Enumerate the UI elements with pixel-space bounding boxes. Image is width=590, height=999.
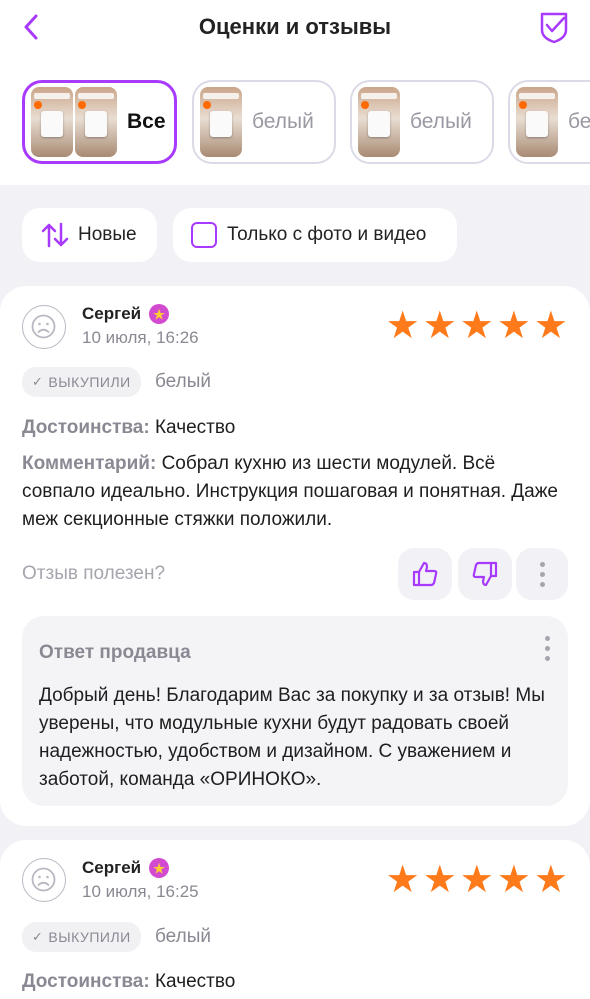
bought-badge: ✓ ВЫКУПИЛИ — [22, 367, 141, 397]
star-icon: ★ — [496, 859, 531, 901]
author-name: Сергей — [82, 304, 142, 323]
review-pros: Достоинства: Качество — [22, 414, 568, 442]
thumbs-up-icon — [412, 561, 438, 587]
pros-key: Достоинства: — [22, 417, 150, 438]
product-thumbnail — [358, 87, 400, 157]
review-author: Сергей ★ — [82, 858, 170, 878]
pros-text: Качество — [154, 971, 236, 992]
product-thumbnail — [200, 87, 242, 157]
pros-text: Качество — [154, 417, 236, 438]
shield-check-icon[interactable] — [538, 10, 570, 44]
variant-color: белый — [155, 371, 211, 392]
sort-label: Новые — [78, 224, 137, 245]
variant-color: белый — [155, 926, 211, 947]
helpful-label: Отзыв полезен? — [22, 563, 166, 584]
sad-face-icon — [31, 867, 56, 892]
photo-filter-label: Только с фото и видео — [227, 224, 427, 245]
sort-icon — [41, 222, 69, 248]
star-badge-icon: ★ — [149, 304, 170, 324]
seller-reply: Ответ продавца Добрый день! Благодарим В… — [22, 616, 568, 806]
star-icon: ★ — [533, 305, 568, 347]
bought-label: ВЫКУПИЛИ — [48, 929, 131, 945]
variant-label: Все — [127, 110, 166, 133]
bought-badge: ✓ ВЫКУПИЛИ — [22, 922, 141, 952]
variant-label: бе — [568, 110, 590, 133]
star-icon: ★ — [496, 305, 531, 347]
star-icon: ★ — [533, 859, 568, 901]
header: Оценки и отзывы Все белый белый бе — [0, 0, 590, 185]
variant-all[interactable]: Все — [22, 80, 177, 164]
reply-more-icon[interactable] — [545, 636, 550, 661]
dislike-button[interactable] — [458, 548, 512, 600]
star-icon: ★ — [459, 305, 494, 347]
avatar — [22, 858, 66, 902]
star-icon: ★ — [422, 305, 457, 347]
star-icon: ★ — [459, 859, 494, 901]
review-author: Сергей ★ — [82, 304, 170, 324]
check-icon: ✓ — [32, 374, 44, 389]
reply-title: Ответ продавца — [39, 642, 191, 663]
avatar — [22, 305, 66, 349]
review-date: 10 июля, 16:26 — [82, 328, 199, 347]
sad-face-icon — [31, 314, 56, 339]
star-icon: ★ — [385, 859, 420, 901]
sort-button[interactable]: Новые — [22, 208, 157, 262]
review-card: Сергей ★ 10 июля, 16:26 ★ ★ ★ ★ ★ ✓ ВЫКУ… — [0, 286, 590, 826]
photo-filter-toggle[interactable]: Только с фото и видео — [173, 208, 457, 262]
review-pros: Достоинства: Качество — [22, 968, 568, 996]
review-card: Сергей ★ 10 июля, 16:25 ★ ★ ★ ★ ★ ✓ ВЫКУ… — [0, 840, 590, 999]
more-button[interactable] — [516, 548, 568, 600]
rating-stars: ★ ★ ★ ★ ★ — [386, 307, 568, 345]
variant-white-3[interactable]: бе — [508, 80, 590, 164]
like-button[interactable] — [398, 548, 452, 600]
pros-key: Достоинства: — [22, 971, 150, 992]
review-comment: Комментарий: Собрал кухню из шести модул… — [22, 450, 568, 534]
author-name: Сергей — [82, 858, 142, 877]
review-date: 10 июля, 16:25 — [82, 882, 199, 901]
variant-white-2[interactable]: белый — [350, 80, 494, 164]
star-icon: ★ — [422, 859, 457, 901]
bought-label: ВЫКУПИЛИ — [48, 374, 131, 390]
variant-label: белый — [410, 110, 472, 133]
thumbs-down-icon — [472, 561, 498, 587]
product-thumbnail — [516, 87, 558, 157]
star-badge-icon: ★ — [149, 858, 170, 878]
check-icon: ✓ — [32, 929, 44, 944]
photo-checkbox[interactable] — [191, 222, 217, 248]
product-thumbnail — [75, 87, 117, 157]
variant-white-1[interactable]: белый — [192, 80, 336, 164]
star-icon: ★ — [385, 305, 420, 347]
page-title: Оценки и отзывы — [198, 14, 392, 39]
more-vertical-icon — [539, 561, 545, 587]
product-thumbnail — [31, 87, 73, 157]
rating-stars: ★ ★ ★ ★ ★ — [386, 861, 568, 899]
variant-selector: Все белый белый бе — [22, 80, 590, 164]
comment-key: Комментарий: — [22, 453, 157, 474]
variant-label: белый — [252, 110, 314, 133]
reply-text: Добрый день! Благодарим Вас за покупку и… — [39, 685, 545, 790]
